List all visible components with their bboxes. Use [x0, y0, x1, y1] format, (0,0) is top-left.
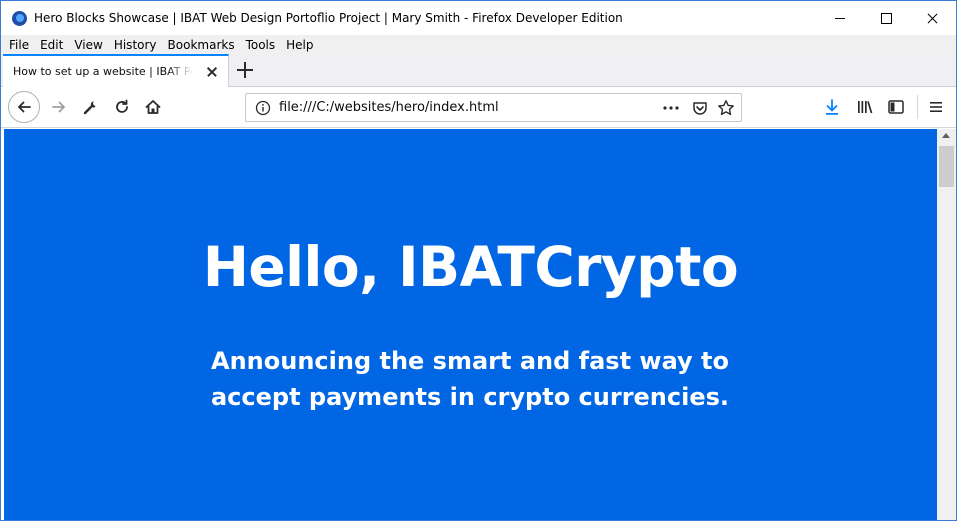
- tab-active[interactable]: How to set up a website | IBAT Portfolio: [3, 54, 229, 87]
- pocket-icon[interactable]: [691, 99, 709, 117]
- navigation-toolbar: file:///C:/websites/hero/index.html: [1, 87, 956, 128]
- minimize-button[interactable]: [817, 1, 863, 35]
- page-content: Hello, IBATCrypto Announcing the smart a…: [4, 129, 937, 520]
- scroll-thumb[interactable]: [939, 146, 954, 187]
- url-text[interactable]: file:///C:/websites/hero/index.html: [279, 100, 499, 115]
- title-bar[interactable]: Hero Blocks Showcase | IBAT Web Design P…: [1, 1, 956, 35]
- download-icon[interactable]: [816, 91, 848, 123]
- hero-title: Hello, IBATCrypto: [202, 235, 739, 299]
- toolbar-separator: [917, 95, 918, 119]
- wrench-icon[interactable]: [74, 91, 106, 123]
- home-icon[interactable]: [137, 91, 169, 123]
- new-tab-icon[interactable]: [237, 62, 253, 78]
- menu-tools[interactable]: Tools: [246, 38, 276, 52]
- url-bar[interactable]: file:///C:/websites/hero/index.html: [245, 93, 742, 122]
- tab-strip: How to set up a website | IBAT Portfolio: [1, 54, 956, 87]
- close-tab-icon[interactable]: [206, 66, 218, 78]
- reload-icon[interactable]: [106, 91, 138, 123]
- library-icon[interactable]: [849, 91, 881, 123]
- vertical-scrollbar[interactable]: [937, 129, 956, 520]
- hero-subtitle: Announcing the smart and fast way to acc…: [210, 347, 730, 411]
- maximize-button[interactable]: [863, 1, 909, 35]
- hamburger-menu-icon[interactable]: [920, 91, 952, 123]
- more-icon[interactable]: [662, 99, 680, 117]
- menu-edit[interactable]: Edit: [40, 38, 63, 52]
- info-icon[interactable]: [254, 99, 272, 117]
- firefox-developer-edition-icon: [12, 11, 27, 26]
- menu-bookmarks[interactable]: Bookmarks: [168, 38, 235, 52]
- tab-title: How to set up a website | IBAT Portfolio: [13, 65, 193, 78]
- menu-history[interactable]: History: [114, 38, 157, 52]
- bookmark-star-icon[interactable]: [717, 99, 735, 117]
- sidebar-icon[interactable]: [880, 91, 912, 123]
- forward-icon[interactable]: [43, 91, 75, 123]
- window-title: Hero Blocks Showcase | IBAT Web Design P…: [34, 11, 623, 25]
- browser-window: Hero Blocks Showcase | IBAT Web Design P…: [0, 0, 957, 521]
- menu-help[interactable]: Help: [286, 38, 313, 52]
- menu-bar: File Edit View History Bookmarks Tools H…: [1, 35, 956, 54]
- scroll-up-arrow-icon[interactable]: [942, 133, 950, 138]
- menu-file[interactable]: File: [9, 38, 29, 52]
- menu-view[interactable]: View: [74, 38, 102, 52]
- close-window-button[interactable]: [909, 1, 955, 35]
- back-icon[interactable]: [8, 91, 40, 123]
